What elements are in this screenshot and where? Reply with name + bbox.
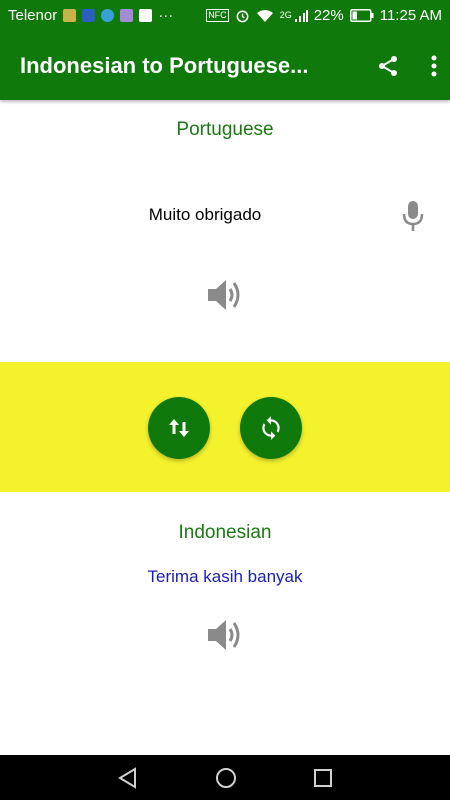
status-bar: Telenor ··· NFC 2G 22% 11:25 AM: [0, 0, 450, 31]
nfc-icon: NFC: [206, 9, 229, 22]
network-type-label: 2G: [279, 10, 292, 20]
more-notifications-dots: ···: [158, 7, 174, 24]
gallery-notification-icon: [120, 9, 134, 22]
back-triangle-icon[interactable]: [117, 766, 139, 789]
target-speaker-icon[interactable]: [206, 618, 244, 652]
microphone-icon[interactable]: [401, 200, 425, 232]
recents-square-icon[interactable]: [313, 768, 333, 788]
battery-percent: 22%: [313, 7, 344, 24]
home-circle-icon[interactable]: [215, 767, 237, 789]
share-icon[interactable]: [376, 54, 400, 78]
status-right: NFC 2G 22% 11:25 AM: [206, 7, 442, 24]
app-notification-icon: [82, 9, 96, 22]
target-language-label[interactable]: Indonesian: [0, 522, 450, 544]
clock: 11:25 AM: [379, 7, 442, 24]
chat-notification-icon: [101, 9, 115, 22]
controls-band: [0, 362, 450, 492]
app-bar-actions: [376, 31, 438, 100]
more-vert-icon[interactable]: [430, 54, 438, 78]
app-title: Indonesian to Portuguese...: [20, 52, 309, 78]
system-nav-bar: [0, 755, 450, 800]
app-notification-icon: [63, 9, 77, 22]
swap-languages-button[interactable]: [148, 397, 210, 459]
signal-icon: [294, 9, 308, 22]
source-text[interactable]: Muito obrigado: [0, 205, 410, 225]
refresh-button[interactable]: [240, 397, 302, 459]
source-speaker-icon[interactable]: [206, 278, 244, 312]
status-left: Telenor ···: [8, 7, 173, 24]
app-bar: Indonesian to Portuguese...: [0, 31, 450, 100]
battery-icon: [349, 9, 374, 22]
carrier-name: Telenor: [8, 7, 58, 24]
swap-arrows-icon: [169, 419, 189, 437]
refresh-icon: [262, 416, 280, 440]
translated-text[interactable]: Terima kasih banyak: [0, 567, 450, 587]
wifi-icon: [256, 9, 273, 22]
source-language-label[interactable]: Portuguese: [0, 119, 450, 141]
alarm-icon: [236, 10, 249, 23]
mail-notification-icon: [139, 9, 153, 22]
